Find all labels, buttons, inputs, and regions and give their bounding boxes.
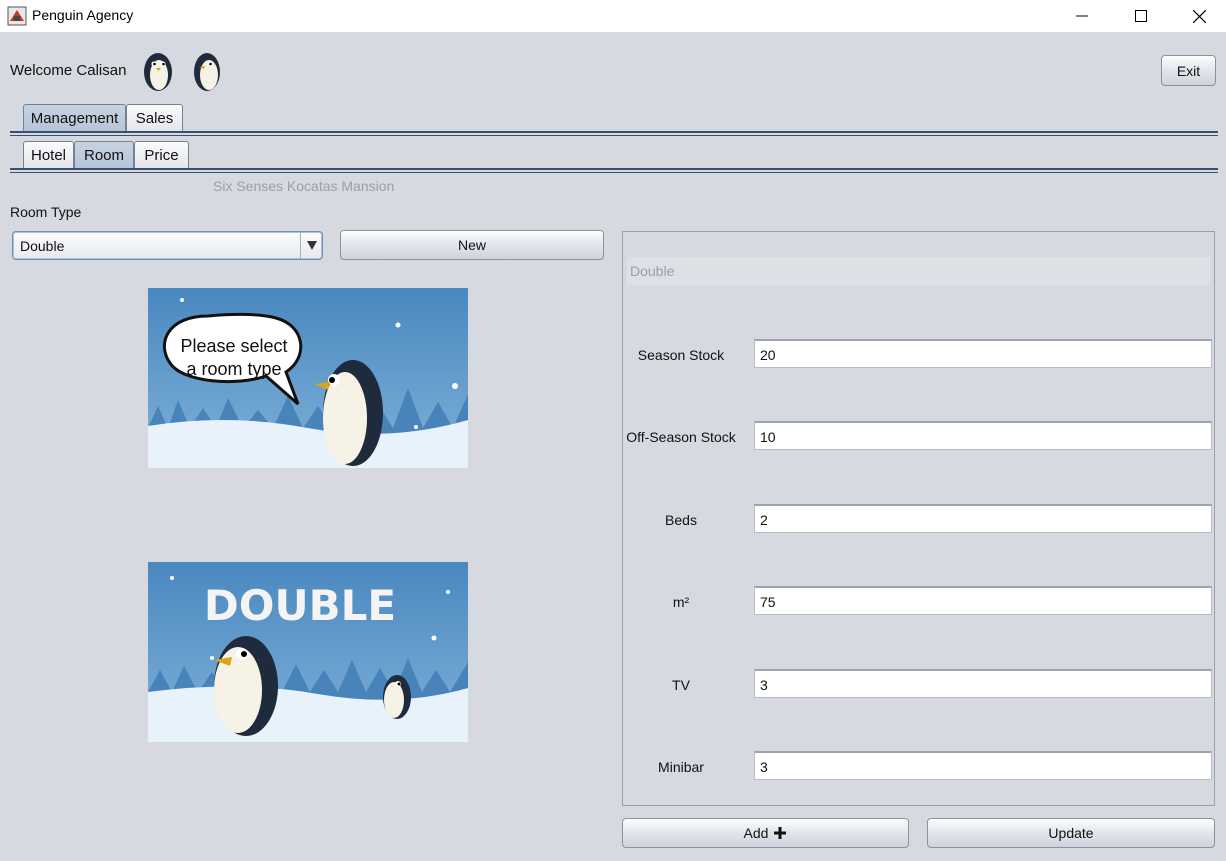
room-type-name-value: Double: [630, 263, 675, 279]
area-field[interactable]: 75: [754, 586, 1212, 615]
season-stock-label: Season Stock: [637, 347, 725, 363]
room-type-banner: DOUBLE: [204, 581, 396, 630]
minibar-value: 3: [760, 759, 768, 775]
tab-hotel[interactable]: Hotel: [23, 141, 74, 169]
add-button[interactable]: Add: [622, 818, 909, 848]
new-room-type-button[interactable]: New: [340, 230, 604, 260]
penguin-avatar-icon: [194, 53, 220, 91]
season-stock-value: 20: [760, 347, 776, 363]
room-type-name-field[interactable]: Double: [627, 257, 1210, 285]
room-type-select[interactable]: Double: [12, 231, 323, 260]
tv-field[interactable]: 3: [754, 669, 1212, 698]
beds-field[interactable]: 2: [754, 504, 1212, 533]
bubble-line-2: a room type: [186, 359, 281, 379]
off-season-stock-value: 10: [760, 429, 776, 445]
room-type-value: Double: [20, 238, 65, 254]
tab-room[interactable]: Room: [74, 141, 134, 169]
hotel-name-label: Six Senses Kocatas Mansion: [213, 178, 395, 194]
room-type-label: Room Type: [10, 204, 82, 220]
area-value: 75: [760, 594, 776, 610]
minimize-icon: [1076, 15, 1088, 17]
maximize-button[interactable]: [1112, 0, 1170, 32]
plus-icon: [774, 827, 787, 839]
close-button[interactable]: [1170, 0, 1226, 32]
penguin-avatar-icon: [144, 53, 172, 91]
double-room-illustration: DOUBLE: [148, 562, 468, 742]
minibar-label: Minibar: [658, 759, 704, 775]
tv-label: TV: [672, 677, 690, 693]
tab-sales[interactable]: Sales: [126, 104, 183, 132]
area-label: m²: [672, 594, 690, 610]
tv-value: 3: [760, 677, 768, 693]
season-stock-field[interactable]: 20: [754, 339, 1212, 368]
add-button-label: Add: [743, 825, 769, 841]
chevron-down-icon[interactable]: [300, 232, 322, 259]
exit-button[interactable]: Exit: [1161, 55, 1216, 86]
beds-label: Beds: [665, 512, 697, 528]
minibar-field[interactable]: 3: [754, 751, 1212, 780]
app-icon: [7, 6, 27, 26]
tab-management[interactable]: Management: [23, 104, 126, 132]
tab-price[interactable]: Price: [134, 141, 189, 169]
bubble-line-1: Please select: [180, 336, 287, 356]
title-bar: Penguin Agency: [0, 0, 1226, 32]
select-room-type-illustration: Please select a room type: [148, 288, 468, 468]
off-season-stock-label: Off-Season Stock: [626, 429, 736, 445]
sub-tab-divider: [10, 168, 1218, 173]
beds-value: 2: [760, 512, 768, 528]
main-tab-divider: [10, 131, 1218, 136]
minimize-button[interactable]: [1053, 0, 1111, 32]
update-button[interactable]: Update: [927, 818, 1215, 848]
welcome-text: Welcome Calisan: [10, 62, 127, 79]
window-title: Penguin Agency: [32, 7, 134, 23]
close-icon: [1192, 9, 1206, 23]
off-season-stock-field[interactable]: 10: [754, 421, 1212, 450]
maximize-icon: [1135, 10, 1147, 22]
